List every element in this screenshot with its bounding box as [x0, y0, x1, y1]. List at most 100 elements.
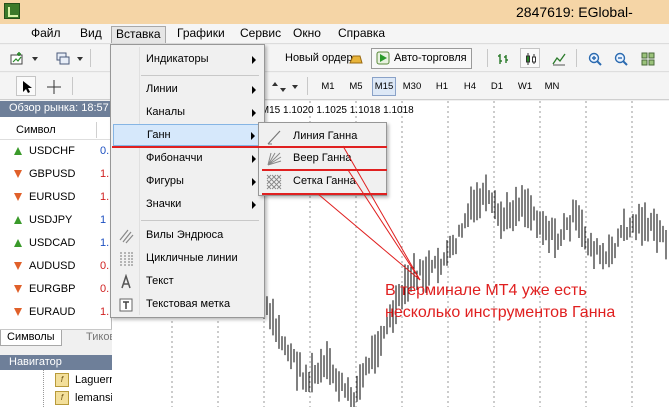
crosshair-button[interactable]	[43, 76, 63, 96]
toolbar-separator	[576, 49, 577, 67]
text-icon	[121, 274, 131, 289]
menu-item-gann[interactable]: Ганн	[113, 124, 262, 146]
menu-tools[interactable]: Сервис	[236, 26, 285, 43]
timeframe-w1[interactable]: W1	[513, 77, 537, 96]
arrow-up-icon	[14, 147, 22, 155]
submenu-arrow-icon	[252, 155, 256, 163]
market-watch-row[interactable]: USDCHF 0.	[0, 141, 111, 163]
cycle-lines-icon	[120, 252, 133, 266]
chevron-down-icon	[77, 57, 83, 61]
menu-item-arrows[interactable]: Значки	[113, 194, 262, 216]
submenu-arrow-icon	[252, 56, 256, 64]
timeframe-m1[interactable]: M1	[316, 77, 340, 96]
menu-item-andrews-pitchfork[interactable]: Вилы Эндрюса	[113, 225, 262, 247]
symbol-name: USDCAD	[29, 237, 76, 249]
menu-item-gann-fan[interactable]: Веер Ганна	[261, 148, 384, 170]
menu-item-gann-grid[interactable]: Сетка Ганна	[261, 171, 384, 193]
window-title: 2847619: EGlobal-	[516, 4, 633, 20]
toolbar-separator	[90, 49, 91, 67]
bid-price: 1.	[100, 237, 110, 249]
market-watch-row[interactable]: EURUSD 1.	[0, 187, 111, 209]
profiles-button[interactable]	[52, 48, 72, 68]
timeframe-mn[interactable]: MN	[540, 77, 564, 96]
bid-price: 1.	[100, 306, 110, 318]
new-chart-icon	[10, 52, 23, 65]
menu-item-lines[interactable]: Линии	[113, 79, 262, 101]
candlestick-button[interactable]	[520, 48, 540, 68]
chevron-down-icon	[292, 85, 298, 89]
submenu-arrow-icon	[252, 86, 256, 94]
gann-line-icon	[267, 130, 281, 145]
symbol-name: EURAUD	[29, 306, 76, 318]
standard-toolbar: Новый ордер Авто-торговля	[0, 45, 669, 72]
draw-shapes-dropdown[interactable]	[288, 76, 300, 96]
column-separator	[96, 122, 97, 138]
menu-item-text-label[interactable]: Текстовая метка	[113, 294, 262, 316]
market-watch-row[interactable]: AUDUSD 0.	[0, 256, 111, 278]
draw-shapes-button[interactable]	[268, 76, 288, 96]
zoom-out-button[interactable]	[610, 48, 630, 68]
column-symbol: Символ	[16, 124, 56, 136]
submenu-arrow-icon	[251, 132, 255, 140]
menu-view[interactable]: Вид	[76, 26, 106, 43]
annotation-line-2: несколько инструментов Ганна	[385, 304, 616, 321]
timeframe-d1[interactable]: D1	[485, 77, 509, 96]
market-watch-row[interactable]: USDJPY 1	[0, 210, 111, 232]
zoom-in-button[interactable]	[584, 48, 604, 68]
symbol-name: EURUSD	[29, 191, 76, 203]
menu-charts[interactable]: Графики	[173, 26, 229, 43]
menu-file[interactable]: Файл	[27, 26, 65, 43]
timeframe-h4[interactable]: H4	[458, 77, 482, 96]
bar-chart-icon	[498, 54, 508, 64]
symbol-name: EURGBP	[29, 283, 76, 295]
menu-item-text[interactable]: Текст	[113, 271, 262, 293]
market-watch-column-header[interactable]: Символ	[0, 120, 111, 140]
menu-separator	[141, 220, 259, 221]
menu-item-gann-line[interactable]: Линия Ганна	[261, 126, 384, 148]
submenu-arrow-icon	[252, 201, 256, 209]
menu-item-shapes[interactable]: Фигуры	[113, 171, 262, 193]
menu-insert[interactable]: Вставка	[111, 26, 166, 43]
arrow-down-icon	[14, 285, 22, 293]
market-watch-row[interactable]: USDCAD 1.	[0, 233, 111, 255]
tile-windows-button[interactable]	[637, 48, 657, 68]
market-watch-row[interactable]: EURGBP 0.	[0, 279, 111, 301]
timeframe-m30[interactable]: M30	[400, 77, 424, 96]
submenu-arrow-icon	[252, 109, 256, 117]
tab-symbols[interactable]: Символы	[0, 330, 62, 346]
symbol-name: GBPUSD	[29, 168, 76, 180]
bid-price: 1.	[100, 191, 110, 203]
title-bar: 2847619: EGlobal-	[0, 0, 669, 24]
metaeditor-button[interactable]	[345, 48, 365, 68]
line-chart-button[interactable]	[548, 48, 568, 68]
timeframe-h1[interactable]: H1	[430, 77, 454, 96]
cursor-button[interactable]	[16, 76, 36, 96]
new-chart-dropdown[interactable]	[28, 48, 40, 68]
tile-windows-icon	[641, 52, 655, 66]
menu-item-indicators[interactable]: Индикаторы	[113, 49, 262, 71]
new-chart-button[interactable]	[6, 48, 26, 68]
menu-item-fibonacci[interactable]: Фибоначчи	[113, 148, 262, 170]
new-order-button[interactable]: Новый ордер	[262, 48, 358, 69]
toolbar-separator	[307, 77, 308, 95]
toolbar-separator	[487, 49, 488, 67]
menu-item-cycle-lines[interactable]: Цикличные линии	[113, 248, 262, 270]
arrow-up-icon	[14, 239, 22, 247]
menu-window[interactable]: Окно	[289, 26, 325, 43]
bid-price: 0.	[100, 260, 110, 272]
market-watch-row[interactable]: EURAUD 1.	[0, 302, 111, 324]
profiles-dropdown[interactable]	[73, 48, 85, 68]
arrow-down-icon	[14, 262, 22, 270]
menu-item-channels[interactable]: Каналы	[113, 102, 262, 124]
annotation-text: В терминале МТ4 уже есть несколько инстр…	[385, 280, 615, 324]
timeframe-m15[interactable]: M15	[372, 77, 396, 96]
bar-chart-button[interactable]	[493, 48, 513, 68]
autotrading-button[interactable]: Авто-торговля	[371, 48, 472, 69]
timeframe-m5[interactable]: M5	[344, 77, 368, 96]
gann-fan-icon	[267, 152, 282, 166]
menu-help[interactable]: Справка	[334, 26, 389, 43]
market-watch-row[interactable]: GBPUSD 1.	[0, 164, 111, 186]
bid-price: 1	[100, 214, 107, 226]
chart-ohlc-info: ,M15 1.1020 1.1025 1.1018 1.1018	[258, 105, 414, 116]
symbol-name: USDCHF	[29, 145, 75, 157]
